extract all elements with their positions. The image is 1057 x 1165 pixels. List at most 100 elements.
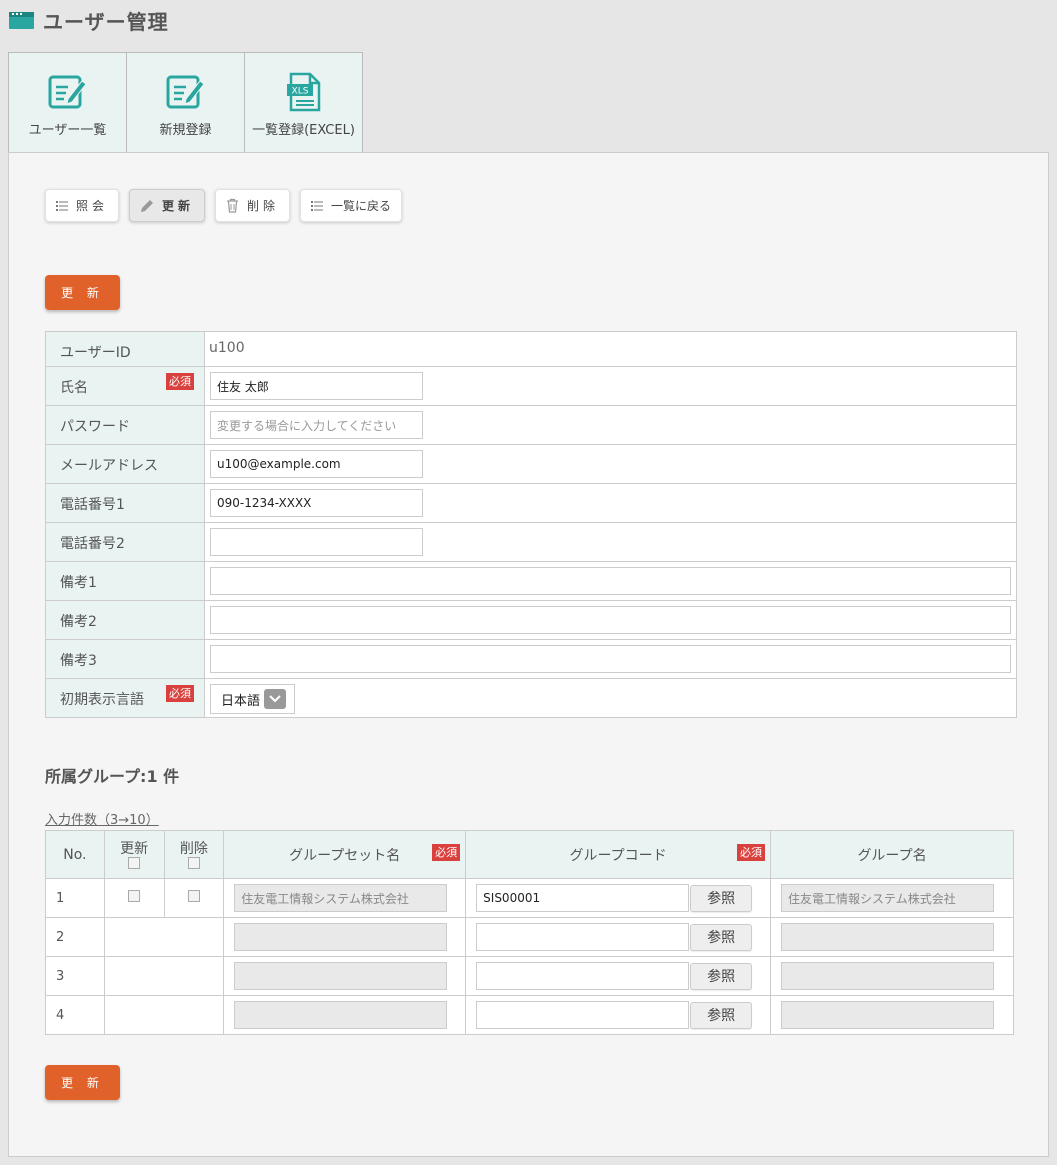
group-set-field — [234, 923, 448, 951]
view-button-label: 照会 — [76, 199, 109, 213]
language-select[interactable]: 日本語 — [210, 684, 295, 714]
list-icon — [56, 200, 68, 211]
form-row-name: 氏名 必須 住友 太郎 — [45, 366, 1017, 406]
col-group-code-label: グループコード — [569, 847, 667, 864]
back-to-list-button[interactable]: 一覧に戻る — [300, 189, 403, 222]
xls-file-icon: XLS — [284, 72, 324, 112]
note3-field[interactable] — [210, 645, 1011, 673]
email-label: メールアドレス — [45, 444, 205, 484]
name-field[interactable]: 住友 太郎 — [210, 372, 423, 400]
trash-icon — [226, 198, 239, 213]
form-row-phone2: 電話番号2 — [45, 522, 1017, 562]
note3-label: 備考3 — [45, 639, 205, 679]
group-code-field[interactable] — [476, 923, 690, 951]
page-title: ユーザー管理 — [43, 9, 169, 34]
language-label: 初期表示言語 — [60, 692, 144, 708]
group-code-field[interactable] — [476, 1001, 690, 1029]
row-no: 1 — [45, 878, 105, 918]
form-row-note1: 備考1 — [45, 561, 1017, 601]
phone2-field[interactable] — [210, 528, 423, 556]
note2-label: 備考2 — [45, 600, 205, 640]
tab-label: 一覧登録(EXCEL) — [252, 123, 355, 138]
reference-button[interactable]: 参照 — [690, 1001, 753, 1029]
submit-button-top[interactable]: 更 新 — [45, 275, 120, 310]
edit-list-icon — [48, 73, 88, 111]
reference-button[interactable]: 参照 — [690, 962, 753, 990]
group-code-field[interactable]: SIS00001 — [476, 884, 690, 912]
delete-button[interactable]: 削除 — [215, 189, 291, 222]
form-row-note2: 備考2 — [45, 600, 1017, 640]
col-delete-header: 削除 — [163, 830, 225, 879]
group-set-field — [234, 1001, 448, 1029]
tab-bulk-register-excel[interactable]: XLS 一覧登録(EXCEL) — [244, 52, 363, 153]
action-bar: 照会 更新 削除 一覧に戻る — [45, 189, 403, 222]
required-badge: 必須 — [432, 844, 461, 861]
delete-all-checkbox[interactable] — [187, 856, 200, 869]
group-name-field — [781, 962, 995, 990]
update-all-checkbox[interactable] — [128, 856, 141, 869]
delete-button-label: 削除 — [247, 199, 280, 213]
col-group-code-header: グループコード 必須 — [465, 830, 772, 879]
submit-button-bottom[interactable]: 更 新 — [45, 1065, 120, 1100]
note1-field[interactable] — [210, 567, 1011, 595]
phone2-label: 電話番号2 — [45, 522, 205, 562]
form-row-language: 初期表示言語 必須 日本語 — [45, 678, 1017, 718]
view-button[interactable]: 照会 — [45, 189, 120, 222]
tab-label: ユーザー一覧 — [28, 123, 107, 138]
tab-bar: ユーザー一覧 新規登録 XLS 一覧登録(EXCEL) — [8, 52, 363, 153]
group-set-field — [234, 962, 448, 990]
note2-field[interactable] — [210, 606, 1011, 634]
update-mode-button-label: 更新 — [162, 199, 195, 213]
reference-button[interactable]: 参照 — [690, 884, 753, 912]
password-field[interactable]: 変更する場合に入力してください — [210, 411, 423, 439]
tab-user-list[interactable]: ユーザー一覧 — [8, 52, 127, 153]
table-row: 2 参照 — [45, 917, 1014, 957]
svg-text:XLS: XLS — [291, 87, 308, 97]
phone1-label: 電話番号1 — [45, 483, 205, 523]
form-row-user-id: ユーザーID u100 — [45, 331, 1017, 367]
phone1-field[interactable]: 090-1234-XXXX — [210, 489, 423, 517]
user-id-value: u100 — [204, 331, 1017, 367]
user-id-label: ユーザーID — [45, 331, 205, 367]
language-label-cell: 初期表示言語 必須 — [45, 678, 205, 718]
password-label: パスワード — [45, 405, 205, 445]
group-name-field — [781, 923, 995, 951]
form-row-phone1: 電話番号1 090-1234-XXXX — [45, 483, 1017, 523]
user-form-table: ユーザーID u100 氏名 必須 住友 太郎 パスワード 変更する場合に入力し… — [45, 331, 1017, 718]
language-selected-value: 日本語 — [221, 693, 261, 709]
reference-button[interactable]: 参照 — [690, 923, 753, 951]
form-row-email: メールアドレス u100@example.com — [45, 444, 1017, 484]
col-update-header: 更新 — [103, 830, 165, 879]
group-set-field: 住友電工情報システム株式会社 — [234, 884, 448, 912]
row-delete-checkbox[interactable] — [187, 890, 200, 902]
col-group-set-label: グループセット名 — [289, 847, 401, 864]
row-check-empty — [103, 917, 225, 957]
group-code-field[interactable] — [476, 962, 690, 990]
row-update-checkbox[interactable] — [128, 890, 141, 902]
col-delete-label: 削除 — [179, 840, 208, 857]
group-name-field — [781, 1001, 995, 1029]
table-row: 3 参照 — [45, 956, 1014, 996]
update-mode-button[interactable]: 更新 — [129, 189, 206, 222]
row-no: 2 — [45, 917, 105, 957]
tab-new-register[interactable]: 新規登録 — [126, 52, 245, 153]
col-group-name-header: グループ名 — [770, 830, 1014, 879]
group-table: No. 更新 削除 グループセット名 必須 グループコード 必須 グループ名 1… — [45, 830, 1014, 1035]
form-row-note3: 備考3 — [45, 639, 1017, 679]
row-no: 4 — [45, 995, 105, 1035]
name-label-cell: 氏名 必須 — [45, 366, 205, 406]
col-no-header: No. — [45, 830, 105, 879]
page-header: ユーザー管理 — [9, 8, 169, 34]
email-field[interactable]: u100@example.com — [210, 450, 423, 478]
col-group-set-header: グループセット名 必須 — [223, 830, 467, 879]
required-badge: 必須 — [737, 844, 766, 861]
pencil-icon — [140, 199, 154, 213]
back-to-list-label: 一覧に戻る — [331, 199, 392, 213]
row-check-empty — [103, 956, 225, 996]
table-row: 1 住友電工情報システム株式会社 SIS00001 参照 住友電工情報システム株式… — [45, 878, 1014, 918]
input-count-link[interactable]: 入力件数（3→10） — [45, 809, 159, 828]
required-badge: 必須 — [166, 373, 194, 390]
edit-list-icon — [166, 73, 206, 111]
group-table-header: No. 更新 削除 グループセット名 必須 グループコード 必須 グループ名 — [45, 830, 1014, 879]
row-check-empty — [103, 995, 225, 1035]
